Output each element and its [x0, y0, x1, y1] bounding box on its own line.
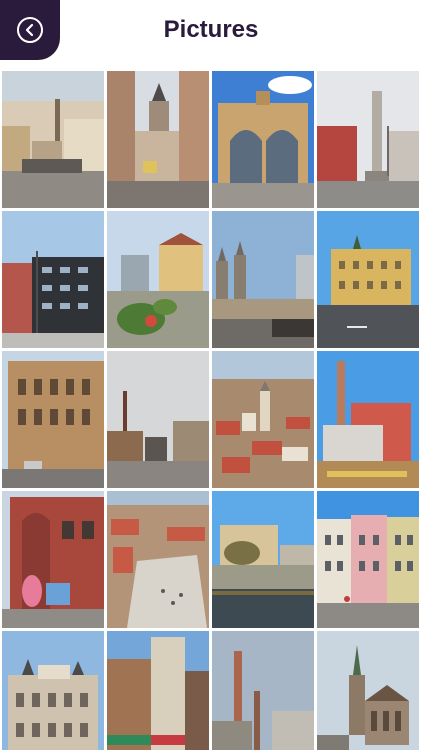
photo-river-apartments	[212, 491, 314, 628]
photo-brewery-gate	[212, 71, 314, 208]
photo-thumbnail[interactable]	[212, 491, 314, 628]
header: Pictures	[0, 0, 422, 66]
photo-plague-column-square	[2, 71, 104, 208]
photo-thumbnail[interactable]	[2, 491, 104, 628]
photo-thumbnail[interactable]	[317, 211, 419, 348]
photo-factory-chimney-construction	[317, 351, 419, 488]
photo-thumbnail[interactable]	[107, 211, 209, 348]
photo-thumbnail[interactable]	[212, 71, 314, 208]
photo-thumbnail[interactable]	[2, 631, 104, 750]
photo-thumbnail[interactable]	[107, 491, 209, 628]
photo-old-town-street-tower	[107, 71, 209, 208]
page-title: Pictures	[163, 16, 259, 43]
photo-town-hall-yellow	[317, 211, 419, 348]
photo-chimneys-industrial	[212, 631, 314, 750]
photo-ornate-theatre	[2, 631, 104, 750]
photo-aerial-old-town	[212, 351, 314, 488]
photo-grid	[2, 71, 420, 750]
photo-park-with-houses	[107, 211, 209, 348]
photo-brick-facade-street	[2, 351, 104, 488]
photo-thumbnail[interactable]	[107, 351, 209, 488]
photo-thumbnail[interactable]	[212, 631, 314, 750]
photo-modern-buildings	[2, 211, 104, 348]
photo-thumbnail[interactable]	[317, 631, 419, 750]
photo-industrial-street-grey-sky	[107, 351, 209, 488]
photo-thumbnail[interactable]	[212, 351, 314, 488]
photo-thumbnail[interactable]	[317, 71, 419, 208]
photo-thumbnail[interactable]	[2, 351, 104, 488]
photo-gothic-cathedral	[317, 631, 419, 750]
photo-thumbnail[interactable]	[107, 71, 209, 208]
photo-thumbnail[interactable]	[317, 491, 419, 628]
photo-column-monument-square	[317, 71, 419, 208]
photo-red-brick-corner-mural	[2, 491, 104, 628]
photo-city-skyline-towers	[212, 211, 314, 348]
photo-colorful-facades	[317, 491, 419, 628]
photo-aerial-square	[107, 491, 209, 628]
photo-thumbnail[interactable]	[317, 351, 419, 488]
photo-thumbnail[interactable]	[2, 71, 104, 208]
photo-shop-street	[107, 631, 209, 750]
photo-thumbnail[interactable]	[107, 631, 209, 750]
photo-thumbnail[interactable]	[212, 211, 314, 348]
photo-thumbnail[interactable]	[2, 211, 104, 348]
